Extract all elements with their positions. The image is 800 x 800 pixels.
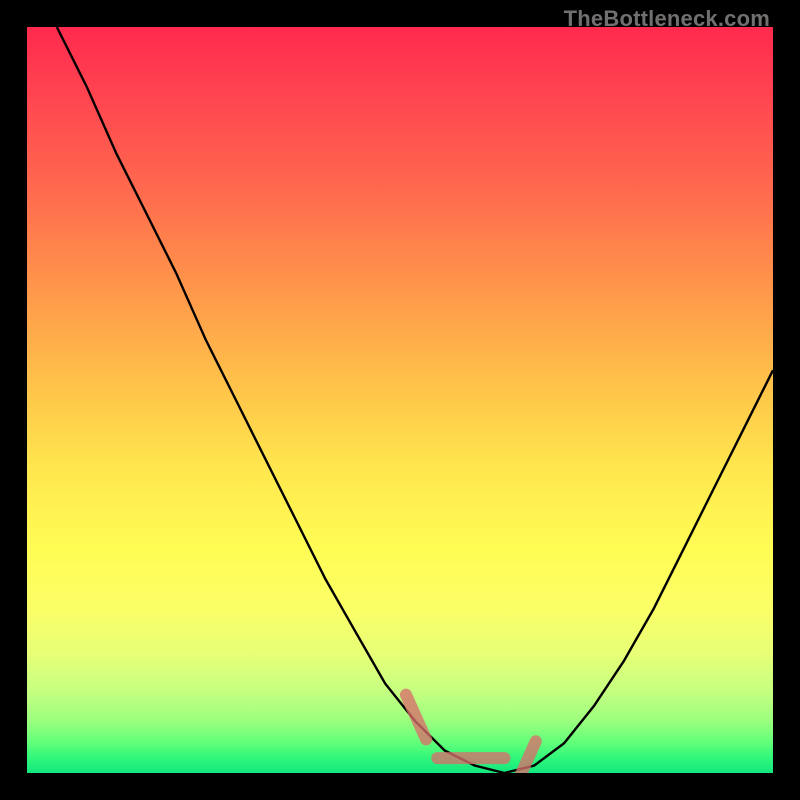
watermark-text: TheBottleneck.com bbox=[564, 6, 770, 32]
chart-svg bbox=[27, 27, 773, 773]
plot-area bbox=[27, 27, 773, 773]
bead-group bbox=[406, 695, 536, 773]
bottleneck-curve bbox=[57, 27, 773, 773]
